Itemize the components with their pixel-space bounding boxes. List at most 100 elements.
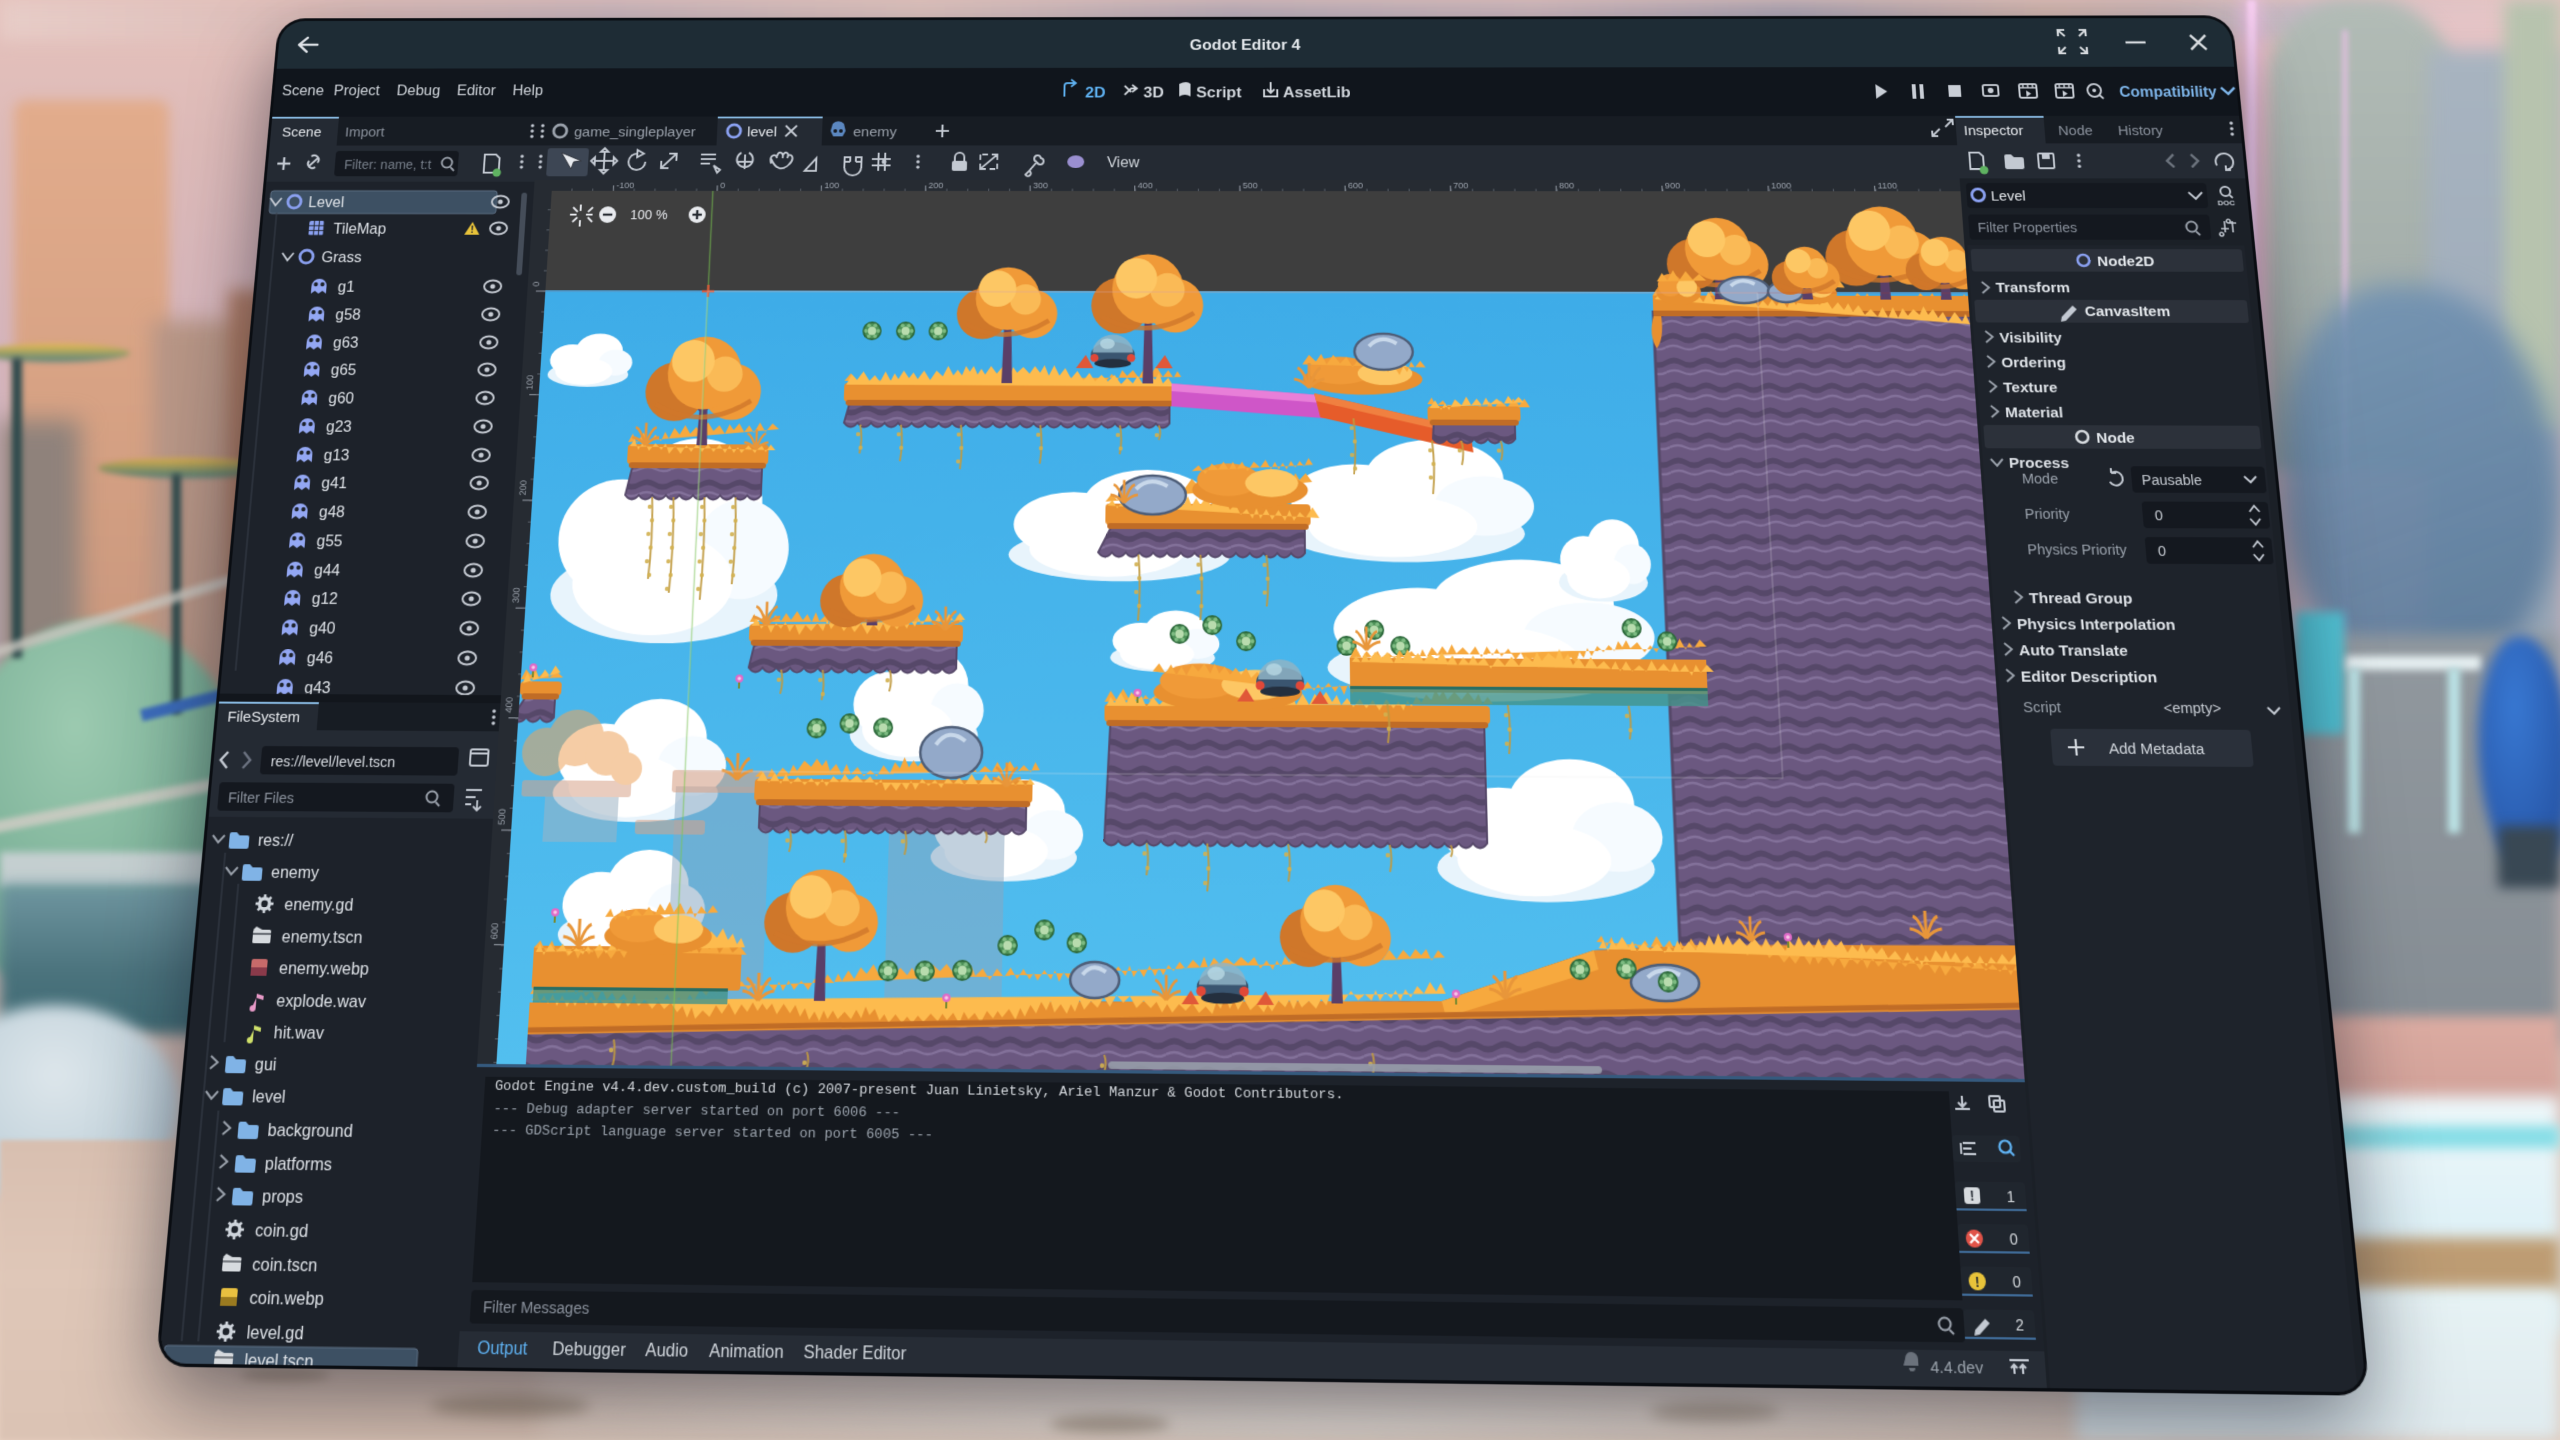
svg-text:History: History [2117, 123, 2164, 138]
svg-text:Physics Interpolation: Physics Interpolation [2016, 615, 2176, 634]
svg-text:Scene: Scene [281, 83, 324, 99]
svg-text:Animation: Animation [709, 1342, 784, 1363]
svg-text:Script: Script [2023, 699, 2062, 716]
svg-text:Process: Process [2008, 454, 2070, 472]
svg-text:g55: g55 [316, 533, 343, 550]
svg-text:Node2D: Node2D [2096, 252, 2155, 269]
svg-text:Node: Node [2058, 123, 2094, 138]
svg-text:coin.webp: coin.webp [249, 1289, 325, 1310]
svg-text:Debug: Debug [396, 83, 441, 99]
svg-text:700: 700 [1453, 180, 1469, 190]
svg-text:100: 100 [824, 180, 840, 190]
svg-text:Script: Script [1196, 84, 1241, 101]
svg-text:Filter Properties: Filter Properties [1977, 220, 2078, 236]
svg-text:level: level [747, 123, 778, 139]
svg-text:platforms: platforms [264, 1155, 333, 1175]
svg-text:Transform: Transform [1995, 279, 2070, 296]
svg-text:300: 300 [510, 587, 522, 603]
svg-text:600: 600 [1348, 180, 1364, 190]
svg-text:DOC: DOC [2217, 198, 2235, 207]
svg-text:g48: g48 [318, 504, 345, 521]
svg-text:500: 500 [1243, 180, 1258, 190]
svg-text:background: background [267, 1122, 354, 1142]
svg-text:Auto Translate: Auto Translate [2018, 641, 2129, 660]
svg-text:Ordering: Ordering [2001, 353, 2067, 370]
svg-text:Thread Group: Thread Group [2028, 589, 2133, 607]
svg-text:1100: 1100 [1877, 180, 1898, 190]
svg-text:Debugger: Debugger [552, 1340, 627, 1361]
svg-text:Filter: name, t:t: Filter: name, t:t [344, 158, 433, 172]
svg-text:200: 200 [517, 480, 529, 496]
svg-text:4.4.dev: 4.4.dev [1930, 1358, 1984, 1378]
svg-text:800: 800 [1559, 180, 1575, 190]
svg-text:!: ! [1975, 1276, 1980, 1291]
svg-text:g1: g1 [337, 279, 355, 296]
svg-text:Shader Editor: Shader Editor [803, 1343, 907, 1364]
svg-text:Grass: Grass [321, 250, 362, 266]
svg-text:Editor Description: Editor Description [2020, 667, 2158, 686]
svg-text:Output: Output [477, 1339, 528, 1360]
svg-text:Help: Help [512, 83, 544, 99]
svg-text:enemy.tscn: enemy.tscn [281, 928, 363, 947]
svg-text:enemy: enemy [270, 864, 320, 883]
svg-text:gui: gui [254, 1056, 277, 1075]
svg-text:Level: Level [308, 195, 345, 211]
svg-text:enemy: enemy [853, 123, 897, 139]
svg-text:Physics Priority: Physics Priority [2027, 541, 2128, 558]
svg-text:res://level/level.tscn: res://level/level.tscn [270, 753, 396, 771]
svg-text:g46: g46 [306, 650, 333, 668]
svg-text:400: 400 [503, 697, 515, 713]
svg-text:enemy.webp: enemy.webp [278, 960, 369, 979]
svg-text:Audio: Audio [645, 1341, 689, 1362]
svg-text:View: View [1107, 155, 1140, 171]
svg-text:Visibility: Visibility [1999, 329, 2063, 346]
svg-text:g23: g23 [325, 419, 352, 436]
svg-text:g58: g58 [335, 307, 362, 324]
svg-text:Scene: Scene [281, 125, 322, 140]
svg-text:0: 0 [2154, 507, 2164, 523]
svg-text:coin.tscn: coin.tscn [251, 1256, 318, 1276]
svg-text:600: 600 [488, 922, 500, 939]
svg-text:Material: Material [2004, 403, 2063, 420]
svg-text:1: 1 [2006, 1189, 2015, 1206]
svg-text:level.gd: level.gd [246, 1324, 305, 1345]
svg-text:g63: g63 [332, 335, 359, 352]
svg-text:g12: g12 [311, 591, 338, 609]
svg-text:game_singleplayer: game_singleplayer [574, 123, 697, 139]
svg-text:900: 900 [1665, 180, 1681, 190]
svg-text:2: 2 [2015, 1317, 2025, 1335]
svg-text:Texture: Texture [2003, 378, 2059, 395]
svg-text:Add Metadata: Add Metadata [2108, 740, 2205, 758]
svg-text:props: props [261, 1188, 304, 1208]
svg-text:0: 0 [2012, 1274, 2022, 1292]
svg-text:Godot Editor 4: Godot Editor 4 [1190, 37, 1301, 54]
svg-text:g13: g13 [323, 448, 350, 465]
svg-text:200: 200 [928, 180, 944, 190]
svg-text:Level: Level [1990, 188, 2026, 203]
svg-text:g65: g65 [330, 362, 357, 379]
svg-text:CanvasItem: CanvasItem [2084, 302, 2171, 319]
svg-text:<empty>: <empty> [2163, 699, 2222, 716]
svg-text:400: 400 [1138, 180, 1153, 190]
svg-text:g44: g44 [313, 562, 340, 580]
svg-text:Project: Project [333, 83, 380, 99]
svg-text:Filter Files: Filter Files [227, 789, 295, 806]
svg-text:Editor: Editor [456, 83, 496, 99]
svg-text:300: 300 [1033, 180, 1048, 190]
svg-text:TileMap: TileMap [333, 221, 387, 237]
svg-text:hit.wav: hit.wav [273, 1024, 326, 1043]
svg-text:FileSystem: FileSystem [227, 708, 301, 725]
svg-text:g40: g40 [309, 620, 336, 638]
svg-text:AssetLib: AssetLib [1283, 84, 1351, 101]
svg-text:!: ! [1970, 1189, 1975, 1204]
svg-text:3D: 3D [1143, 84, 1164, 101]
svg-text:100: 100 [524, 375, 536, 390]
svg-text:1000: 1000 [1771, 180, 1792, 190]
svg-text:2D: 2D [1085, 84, 1106, 101]
svg-text:Import: Import [345, 125, 386, 140]
svg-text:500: 500 [496, 808, 508, 825]
svg-text:Pausable: Pausable [2141, 472, 2203, 489]
svg-text:Mode: Mode [2021, 470, 2058, 486]
svg-text:Inspector: Inspector [1963, 123, 2024, 138]
svg-text:Filter Messages: Filter Messages [482, 1298, 590, 1318]
